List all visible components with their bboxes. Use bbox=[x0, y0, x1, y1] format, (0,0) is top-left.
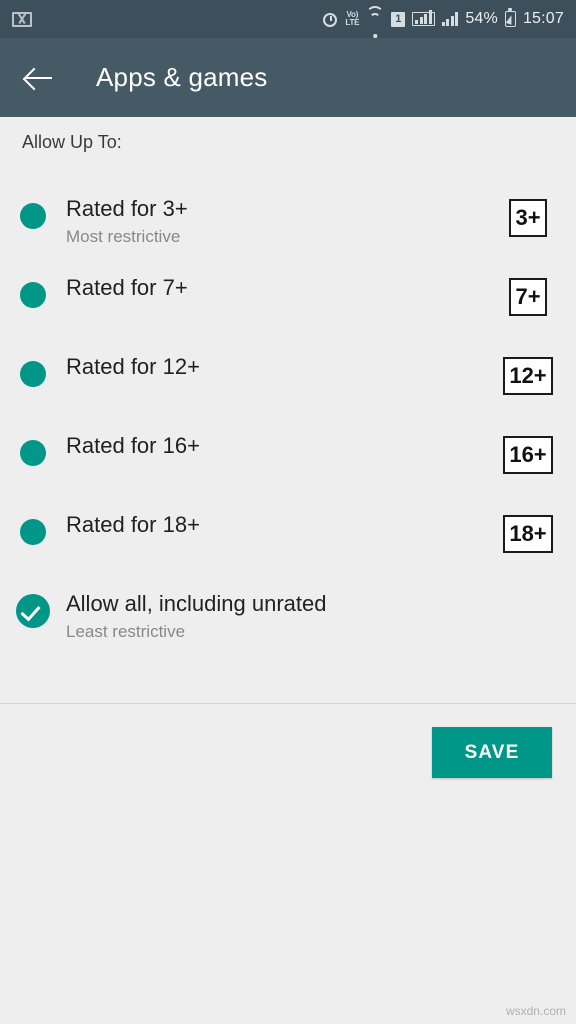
back-arrow-icon[interactable] bbox=[24, 62, 56, 94]
rating-option-title: Rated for 7+ bbox=[66, 275, 188, 300]
rating-option-labels: Rated for 18+ bbox=[66, 497, 480, 539]
rating-option-title: Rated for 18+ bbox=[66, 512, 200, 537]
battery-charging-icon bbox=[504, 8, 516, 27]
rating-badge-slot: 7+ bbox=[480, 260, 576, 316]
footer-bar: SAVE bbox=[0, 704, 576, 809]
status-bar-system-icons: Vo) LTE 1 54% 15:07 bbox=[323, 6, 564, 38]
content-rating-badge: 12+ bbox=[503, 357, 553, 395]
gmail-icon bbox=[12, 11, 32, 27]
volte-icon: Vo) LTE bbox=[345, 11, 359, 27]
signal-icon bbox=[441, 12, 459, 26]
clock-label: 15:07 bbox=[522, 10, 564, 27]
rating-option-subtitle: Least restrictive bbox=[66, 621, 186, 641]
selected-check-icon[interactable] bbox=[16, 594, 50, 628]
content-area: Allow Up To: Rated for 3+ Most restrictiv… bbox=[0, 117, 576, 703]
rating-option-title: Rated for 16+ bbox=[66, 433, 200, 458]
rating-badge-slot: 16+ bbox=[480, 418, 576, 474]
timeline-dot-icon[interactable] bbox=[20, 282, 46, 308]
rating-option-row[interactable]: Rated for 7+ 7+ bbox=[0, 260, 576, 339]
timeline-dot-icon[interactable] bbox=[20, 440, 46, 466]
section-label: Allow Up To: bbox=[22, 132, 122, 152]
rating-badge-slot bbox=[480, 576, 576, 594]
content-rating-badge: 18+ bbox=[503, 515, 553, 553]
rating-option-title: Allow all, including unrated bbox=[66, 591, 327, 616]
rating-option-labels: Allow all, including unrated Least restri… bbox=[66, 576, 480, 642]
content-rating-badge: 16+ bbox=[503, 436, 553, 474]
timeline-dot-icon[interactable] bbox=[20, 203, 46, 229]
rating-option-row[interactable]: Rated for 18+ 18+ bbox=[0, 497, 576, 576]
rating-option-labels: Rated for 7+ bbox=[66, 260, 480, 302]
rating-option-title: Rated for 12+ bbox=[66, 354, 200, 379]
content-rating-badge: 7+ bbox=[509, 278, 547, 316]
sim-1-icon: 1 bbox=[391, 11, 406, 27]
wifi-icon bbox=[366, 6, 385, 38]
rating-option-row[interactable]: Rated for 16+ 16+ bbox=[0, 418, 576, 497]
save-button[interactable]: SAVE bbox=[432, 727, 552, 778]
app-toolbar: Apps & games bbox=[0, 38, 576, 117]
timeline-dot-icon[interactable] bbox=[20, 361, 46, 387]
page-title: Apps & games bbox=[96, 62, 268, 92]
timeline-dot-icon[interactable] bbox=[20, 519, 46, 545]
watermark-label: wsxdn.com bbox=[505, 1004, 566, 1018]
rating-option-row[interactable]: Rated for 3+ Most restrictive 3+ bbox=[0, 181, 576, 260]
rating-option-labels: Rated for 12+ bbox=[66, 339, 480, 381]
rating-badge-slot: 12+ bbox=[480, 339, 576, 395]
app-screen: Vo) LTE 1 54% 15:07 Apps & games Allow U… bbox=[0, 0, 576, 1024]
rating-list: Rated for 3+ Most restrictive 3+ Rated for … bbox=[0, 181, 576, 655]
rating-option-title: Rated for 3+ bbox=[66, 196, 188, 221]
rating-badge-slot: 18+ bbox=[480, 497, 576, 553]
rating-option-row[interactable]: Rated for 12+ 12+ bbox=[0, 339, 576, 418]
content-rating-badge: 3+ bbox=[509, 199, 547, 237]
battery-percent-label: 54% bbox=[465, 10, 498, 27]
status-bar-notifications bbox=[12, 11, 32, 27]
rating-option-labels: Rated for 16+ bbox=[66, 418, 480, 460]
signal-boxed-icon bbox=[412, 10, 435, 26]
status-bar: Vo) LTE 1 54% 15:07 bbox=[0, 0, 576, 38]
rating-option-subtitle: Most restrictive bbox=[66, 226, 181, 246]
rating-option-labels: Rated for 3+ Most restrictive bbox=[66, 181, 480, 247]
rating-option-row[interactable]: Allow all, including unrated Least restri… bbox=[0, 576, 576, 655]
alarm-icon bbox=[323, 12, 338, 27]
rating-badge-slot: 3+ bbox=[480, 181, 576, 237]
volte-bottom-label: LTE bbox=[345, 18, 360, 27]
